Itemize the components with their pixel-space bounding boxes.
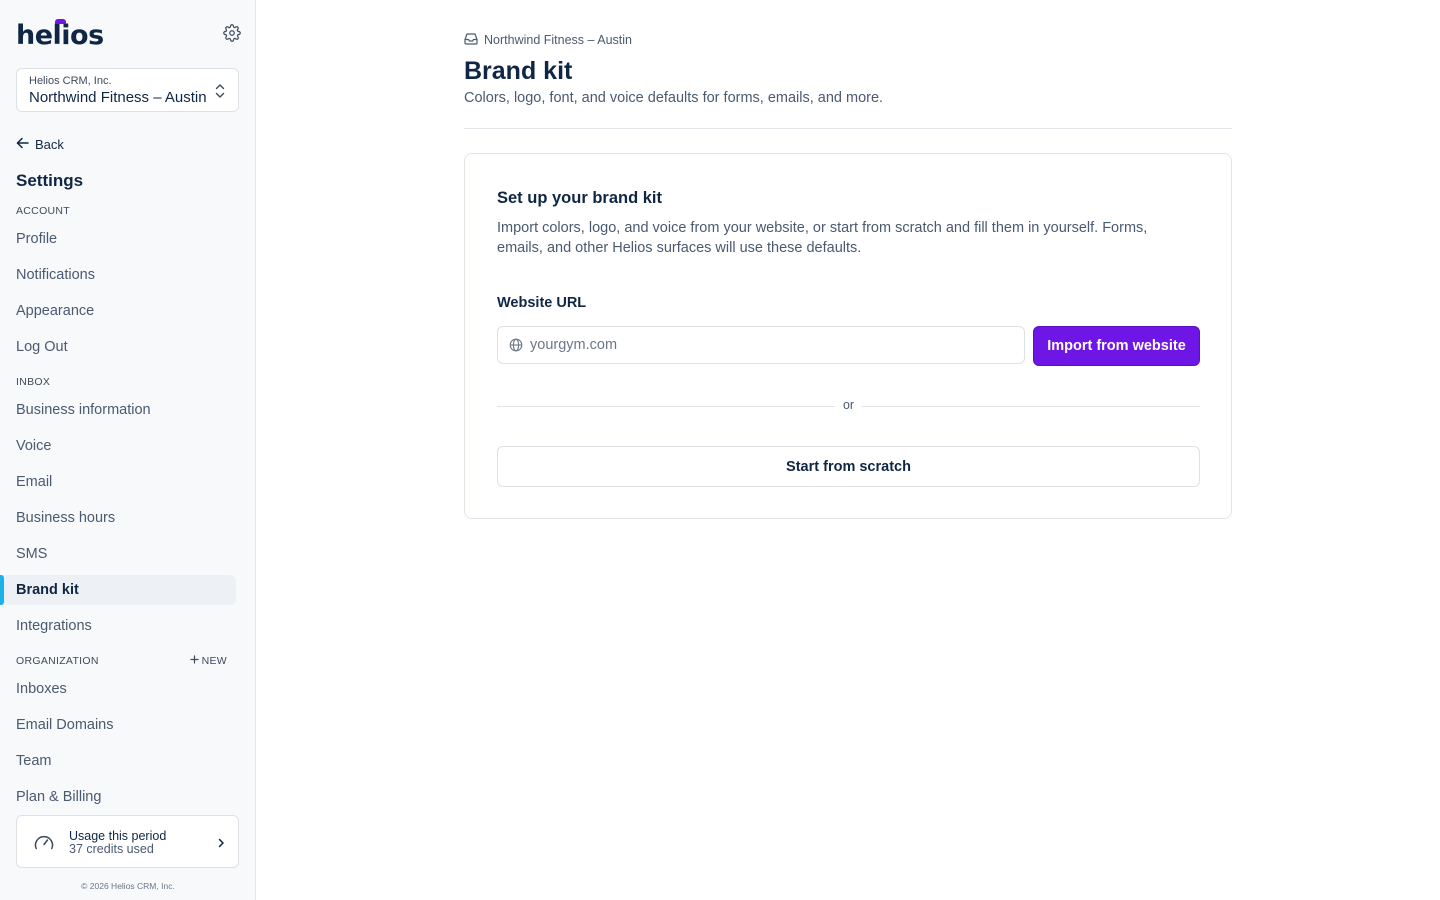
import-from-website-button[interactable]: Import from website — [1033, 326, 1200, 366]
settings-title: Settings — [16, 171, 84, 190]
usage-title: Usage this period — [69, 829, 167, 843]
website-url-label: Website URL — [497, 295, 587, 311]
start-from-scratch-button[interactable]: Start from scratch — [497, 446, 1200, 487]
sidebar-item-brand-kit[interactable]: Brand kit — [0, 575, 236, 605]
sidebar-item-business-hours[interactable]: Business hours — [0, 503, 236, 533]
or-divider: or — [497, 397, 1200, 415]
new-label: NEW — [201, 655, 227, 667]
sidebar-item-appearance[interactable]: Appearance — [0, 296, 236, 326]
sidebar-item-business-information[interactable]: Business information — [0, 395, 236, 425]
brand-kit-setup-card: Set up your brand kit Import colors, log… — [464, 153, 1232, 519]
org-name: Northwind Fitness – Austin — [29, 89, 207, 106]
breadcrumb-inbox-name: Northwind Fitness – Austin — [484, 33, 632, 47]
page-title: Brand kit — [464, 57, 573, 85]
back-label: Back — [35, 136, 64, 152]
sidebar: helios Helios CRM, Inc. Northwind Fitnes… — [0, 0, 256, 900]
inbox-icon — [464, 32, 478, 48]
or-line-right — [862, 406, 1200, 407]
sidebar-item-notifications[interactable]: Notifications — [0, 260, 236, 290]
sidebar-item-email-domains[interactable]: Email Domains — [0, 710, 236, 740]
usage-card[interactable]: Usage this period 37 credits used — [16, 815, 239, 868]
gear-icon[interactable] — [223, 24, 241, 42]
page-subtitle: Colors, logo, font, and voice defaults f… — [464, 90, 884, 106]
or-text: or — [842, 398, 855, 412]
website-url-input[interactable] — [530, 327, 1018, 363]
new-organization-button[interactable]: NEW — [189, 655, 227, 667]
logo-mark — [55, 19, 66, 24]
chevron-right-icon — [216, 836, 226, 848]
arrow-left-icon — [16, 137, 29, 152]
sidebar-item-plan-billing[interactable]: Plan & Billing — [0, 782, 236, 812]
plus-icon — [189, 655, 199, 667]
org-switcher[interactable]: Helios CRM, Inc. Northwind Fitness – Aus… — [16, 68, 239, 112]
section-label-organization: ORGANIZATION — [16, 655, 99, 667]
logo-row: helios — [16, 18, 241, 52]
sidebar-item-sms[interactable]: SMS — [0, 539, 236, 569]
helios-logo: helios — [16, 20, 104, 51]
website-url-field[interactable] — [497, 326, 1025, 364]
back-link[interactable]: Back — [16, 135, 64, 153]
org-parent-name: Helios CRM, Inc. — [29, 75, 112, 87]
breadcrumb: Northwind Fitness – Austin — [464, 32, 632, 48]
section-label-inbox: INBOX — [16, 376, 51, 388]
sidebar-item-voice[interactable]: Voice — [0, 431, 236, 461]
globe-icon — [509, 338, 523, 352]
sidebar-item-inboxes[interactable]: Inboxes — [0, 674, 236, 704]
sidebar-item-integrations[interactable]: Integrations — [0, 611, 236, 641]
sidebar-item-log-out[interactable]: Log Out — [0, 332, 236, 362]
section-label-account: ACCOUNT — [16, 205, 71, 217]
sidebar-item-team[interactable]: Team — [0, 746, 236, 776]
card-title: Set up your brand kit — [497, 189, 663, 207]
header-divider — [464, 128, 1232, 129]
card-description: Import colors, logo, and voice from your… — [497, 220, 1148, 256]
copyright: © 2026 Helios CRM, Inc. — [81, 881, 175, 891]
chevron-up-down-icon — [214, 83, 226, 99]
gauge-icon — [33, 832, 55, 854]
usage-credits: 37 credits used — [69, 842, 154, 856]
sidebar-item-email[interactable]: Email — [0, 467, 236, 497]
sidebar-item-profile[interactable]: Profile — [0, 224, 236, 254]
